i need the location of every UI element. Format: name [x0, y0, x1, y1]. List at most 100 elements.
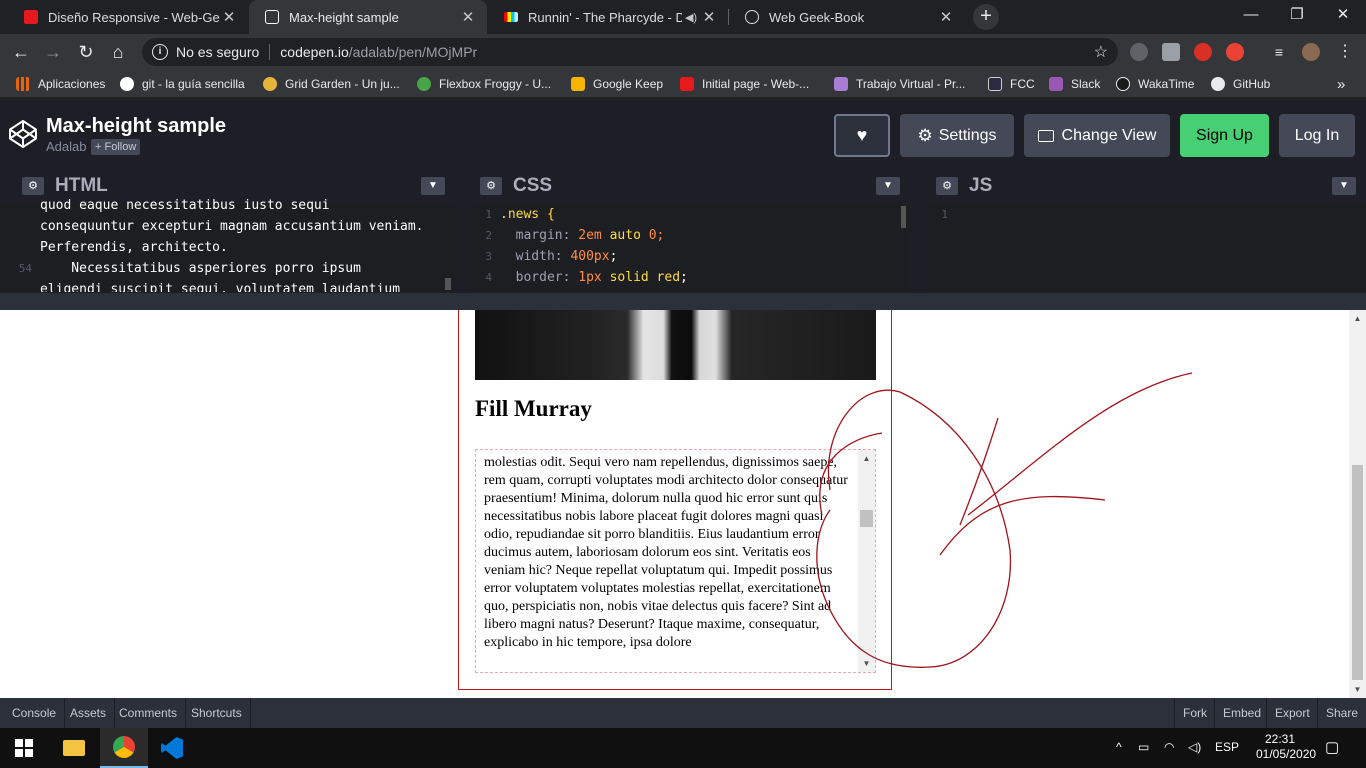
shortcuts-button[interactable]: Shortcuts [183, 698, 251, 728]
fork-button[interactable]: Fork [1174, 698, 1215, 728]
frog-icon [417, 77, 431, 91]
html-dropdown-chevron-icon[interactable]: ▼ [421, 177, 445, 195]
editor-resize-bar[interactable] [0, 292, 1366, 310]
close-tab-icon[interactable]: ✕ [700, 8, 718, 26]
js-dropdown-chevron-icon[interactable]: ▼ [1332, 177, 1356, 195]
maximize-button[interactable]: ❐ [1274, 4, 1320, 28]
chrome-icon [113, 736, 135, 758]
css-value: 1px [578, 270, 602, 285]
notifications-icon[interactable]: ▢ [1325, 738, 1339, 756]
css-settings-gear-icon[interactable]: ⚙ [480, 177, 502, 195]
js-editor-header: ⚙ JS ▼ [928, 168, 1366, 204]
browser-tab-bar: Diseño Responsive - Web-GeekBook ✕ Max-h… [0, 0, 1366, 34]
console-button[interactable]: Console [4, 698, 66, 728]
js-editor[interactable]: ⚙ JS ▼ 1 [928, 168, 1366, 292]
wifi-icon[interactable]: ◠ [1164, 740, 1174, 754]
follow-button[interactable]: + Follow [91, 139, 141, 155]
html-editor-title: HTML [55, 175, 108, 196]
info-icon[interactable]: i [152, 44, 168, 60]
slack-icon [1049, 77, 1063, 91]
change-view-button[interactable]: Change View [1024, 114, 1170, 157]
bookmark-flexbox-froggy[interactable]: Flexbox Froggy - U... [417, 75, 551, 93]
bookmarks-more-button[interactable]: » [1337, 75, 1345, 93]
close-tab-icon[interactable]: ✕ [459, 8, 477, 26]
html-editor-scrollbar[interactable] [445, 278, 451, 290]
bookmark-initial-page[interactable]: Initial page - Web-... [680, 75, 809, 93]
css-dropdown-chevron-icon[interactable]: ▼ [876, 177, 900, 195]
home-icon[interactable]: ⌂ [106, 40, 130, 64]
comments-button[interactable]: Comments [111, 698, 187, 728]
pen-author[interactable]: Adalab [46, 139, 86, 154]
share-button[interactable]: Share [1317, 698, 1366, 728]
tab-deezer[interactable]: Runnin' - The Pharcyde - Deezer ◀) ✕ [488, 0, 728, 34]
css-punctuation: ; [680, 270, 688, 285]
menu-kebab-icon[interactable]: ⋮ [1336, 43, 1354, 61]
bookmark-apps[interactable]: Aplicaciones [16, 75, 105, 93]
html-editor[interactable]: ⚙ HTML ▼ quod eaque necessitatibus iusto… [0, 168, 455, 292]
css-editor[interactable]: ⚙ CSS ▼ 1 .news { 2 margin: 2em auto 0; 3… [472, 168, 910, 292]
assets-button[interactable]: Assets [62, 698, 116, 728]
apps-grid-icon [16, 77, 30, 91]
codepen-logo-icon[interactable] [8, 119, 38, 149]
extension-yab-icon[interactable] [1194, 43, 1212, 61]
bookmark-label: GitHub [1233, 77, 1271, 91]
bookmark-label: Aplicaciones [38, 77, 106, 91]
html-code[interactable]: quod eaque necessitatibus iusto sequi co… [0, 195, 455, 292]
language-indicator[interactable]: ESP [1215, 740, 1239, 754]
close-window-button[interactable]: ✕ [1320, 4, 1366, 28]
media-queue-icon[interactable]: ≡ [1270, 43, 1288, 61]
log-in-button[interactable]: Log In [1279, 114, 1355, 157]
page-scroll-up-arrow-icon[interactable]: ▲ [1349, 310, 1366, 327]
battery-icon[interactable]: ▭ [1138, 740, 1149, 754]
bookmark-git[interactable]: git - la guía sencilla [120, 75, 245, 93]
file-explorer-button[interactable] [50, 728, 98, 768]
bookmark-wakatime[interactable]: WakaTime [1116, 75, 1194, 93]
system-clock[interactable]: 22:31 01/05/2020 [1256, 732, 1316, 762]
bookmark-star-icon[interactable]: ☆ [1094, 42, 1108, 62]
heart-button[interactable]: ♥ [834, 114, 890, 157]
sign-up-button[interactable]: Sign Up [1180, 114, 1269, 157]
change-view-icon [1037, 129, 1054, 142]
chrome-taskbar-button[interactable] [100, 728, 148, 768]
tab-max-height-sample[interactable]: Max-height sample ✕ [249, 0, 487, 34]
html-settings-gear-icon[interactable]: ⚙ [22, 177, 44, 195]
extension-hand-icon[interactable] [1226, 43, 1244, 61]
vscode-taskbar-button[interactable] [148, 728, 196, 768]
css-value: 400px [570, 249, 610, 264]
bookmark-google-keep[interactable]: Google Keep [571, 75, 663, 93]
minimize-button[interactable]: — [1228, 4, 1274, 28]
extension-window-icon[interactable] [1162, 43, 1180, 61]
reload-icon[interactable]: ↻ [74, 40, 98, 64]
preview-scroll-thumb[interactable] [1352, 465, 1363, 680]
start-button[interactable] [0, 728, 48, 768]
back-arrow-icon[interactable]: ← [9, 40, 33, 64]
css-punctuation: ; [609, 249, 618, 264]
page-scroll-down-arrow-icon[interactable]: ▼ [1349, 681, 1366, 698]
settings-button[interactable]: ⚙ Settings [900, 114, 1014, 157]
tab-web-geek-book[interactable]: Web Geek-Book ✕ [729, 0, 965, 34]
embed-button[interactable]: Embed [1214, 698, 1269, 728]
profile-avatar[interactable] [1302, 43, 1320, 61]
bookmark-slack[interactable]: Slack [1049, 75, 1100, 93]
tab-diseno-responsive[interactable]: Diseño Responsive - Web-GeekBook ✕ [8, 0, 248, 34]
js-settings-gear-icon[interactable]: ⚙ [936, 177, 958, 195]
close-tab-icon[interactable]: ✕ [220, 8, 238, 26]
github-icon [1211, 77, 1225, 91]
bookmark-fcc[interactable]: FCC [988, 75, 1035, 93]
css-editor-scrollbar[interactable] [901, 206, 906, 228]
bookmark-grid-garden[interactable]: Grid Garden - Un ju... [263, 75, 400, 93]
forward-arrow-icon[interactable]: → [41, 40, 65, 64]
bookmark-github[interactable]: GitHub [1211, 75, 1270, 93]
globe-favicon-icon [745, 10, 759, 24]
extension-spy-icon[interactable] [1130, 43, 1148, 61]
js-code[interactable]: 1 [916, 204, 1366, 292]
close-tab-icon[interactable]: ✕ [937, 8, 955, 26]
new-tab-button[interactable]: + [973, 4, 999, 30]
volume-icon[interactable]: ◁) [1188, 740, 1201, 754]
export-button[interactable]: Export [1266, 698, 1318, 728]
preview-scrollbar[interactable]: ▲ ▼ [1349, 310, 1366, 698]
css-code[interactable]: 1 .news { 2 margin: 2em auto 0; 3 width: … [460, 204, 910, 292]
address-bar[interactable]: i No es seguro codepen.io/adalab/pen/MOj… [142, 38, 1118, 66]
bookmark-trabajo-virtual[interactable]: Trabajo Virtual - Pr... [834, 75, 965, 93]
show-hidden-icons-chevron-icon[interactable]: ^ [1116, 740, 1122, 754]
